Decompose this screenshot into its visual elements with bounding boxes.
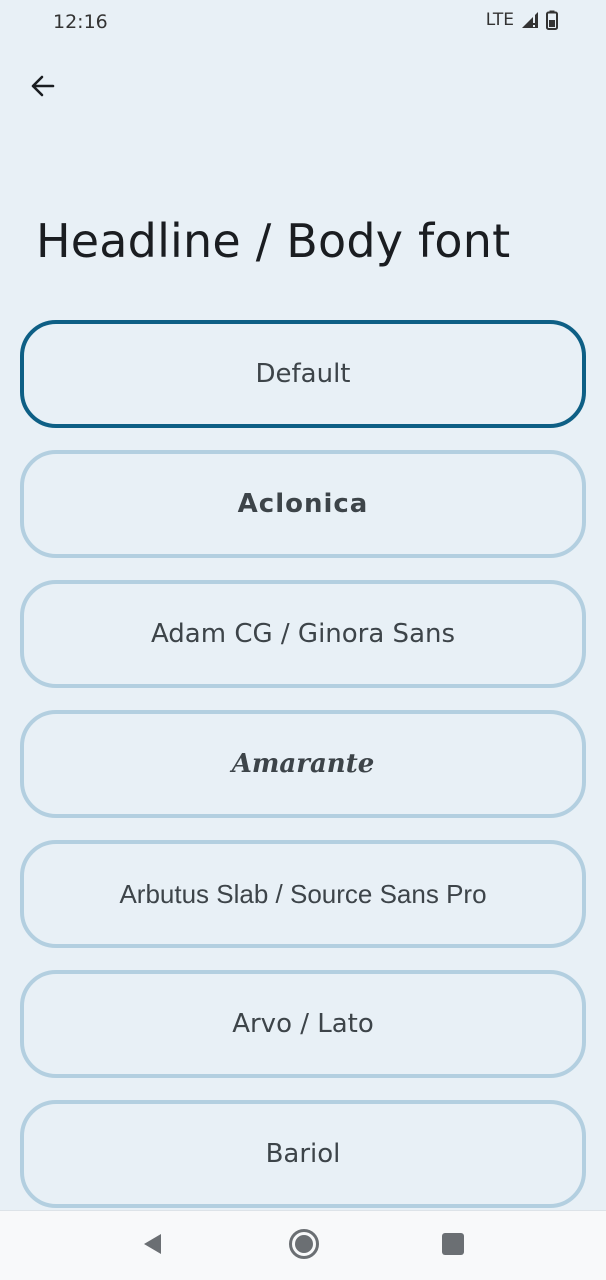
system-nav-bar (0, 1210, 606, 1280)
status-time: 12:16 (53, 11, 108, 33)
network-type: LTE (485, 10, 514, 30)
signal-icon (520, 11, 540, 29)
nav-back-button[interactable] (128, 1221, 178, 1271)
font-option-adam-cg-ginora-sans[interactable]: Adam CG / Ginora Sans (20, 580, 586, 688)
nav-home-button[interactable] (279, 1221, 329, 1271)
back-button[interactable] (20, 66, 64, 110)
font-option-bariol[interactable]: Bariol (20, 1100, 586, 1208)
square-recents-icon (441, 1232, 465, 1260)
status-bar: 12:16 LTE (0, 0, 606, 48)
font-option-label: Arvo / Lato (232, 1009, 374, 1039)
font-option-amarante[interactable]: Amarante (20, 710, 586, 818)
font-picker-screen: 12:16 LTE Headline / Body font Default A… (0, 0, 606, 1280)
font-option-label: Aclonica (237, 489, 369, 519)
circle-home-icon (288, 1228, 320, 1264)
font-option-label: Arbutus Slab / Source Sans Pro (119, 878, 487, 909)
font-option-arbutus-slab-source-sans-pro[interactable]: Arbutus Slab / Source Sans Pro (20, 840, 586, 948)
font-option-label: Bariol (265, 1139, 341, 1169)
font-option-label: Amarante (231, 749, 375, 779)
arrow-left-icon (28, 72, 56, 104)
battery-icon (546, 10, 558, 30)
font-option-label: Adam CG / Ginora Sans (150, 619, 456, 649)
status-indicators: LTE (486, 10, 558, 30)
font-options-list: Default Aclonica Adam CG / Ginora Sans A… (20, 320, 586, 1230)
triangle-back-icon (141, 1232, 165, 1260)
font-option-default[interactable]: Default (20, 320, 586, 428)
font-option-aclonica[interactable]: Aclonica (20, 450, 586, 558)
font-option-arvo-lato[interactable]: Arvo / Lato (20, 970, 586, 1078)
page-title: Headline / Body font (36, 214, 511, 268)
nav-recents-button[interactable] (428, 1221, 478, 1271)
font-option-label: Default (255, 359, 351, 389)
